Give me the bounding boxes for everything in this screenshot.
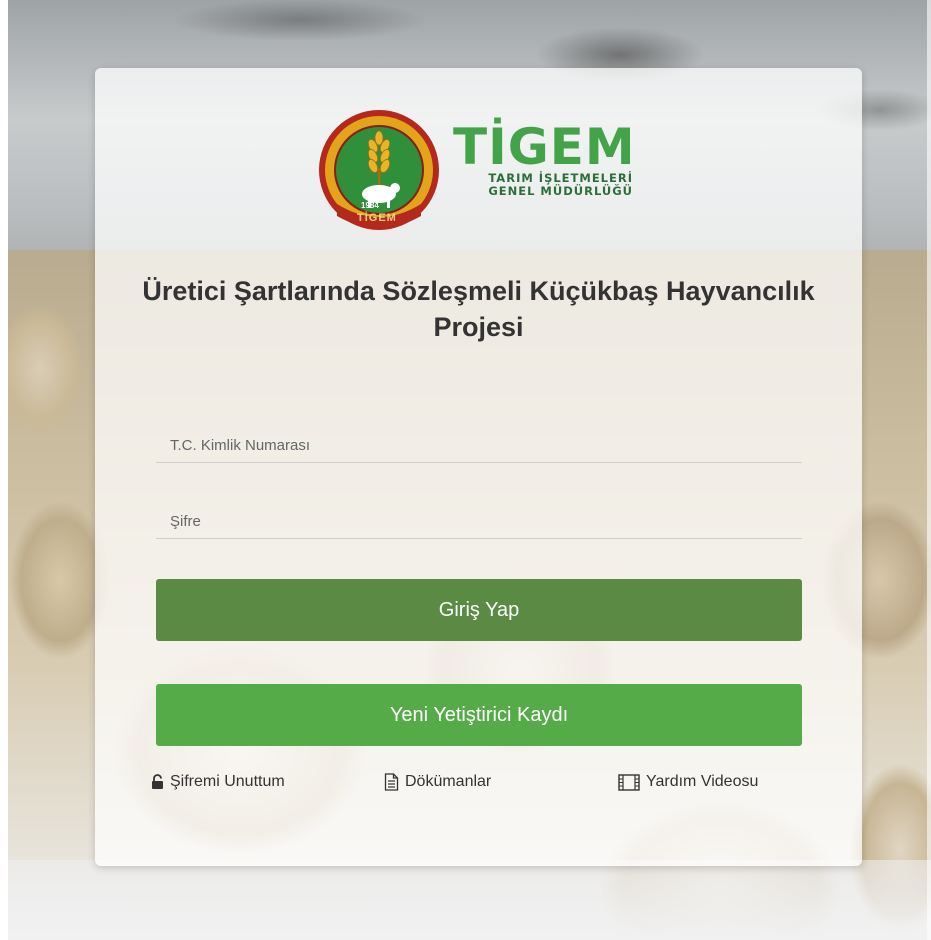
tc-kimlik-input[interactable] [156,428,802,462]
left-edge [0,0,8,940]
film-icon [618,773,640,791]
seal-text: TİGEM [357,212,397,224]
page-title: Üretici Şartlarında Sözleşmeli Küçükbaş … [142,276,815,342]
password-field [156,504,802,539]
document-icon [384,773,399,791]
password-input[interactable] [156,504,802,538]
right-edge [927,0,931,940]
brand-subtitle-line2: GENEL MÜDÜRLÜĞÜ [488,184,633,198]
seal-year: 1984 [361,201,379,210]
documents-link[interactable]: Dökümanlar [384,773,491,791]
background-snow-ground [0,860,931,940]
brand-block: TİGEM TARIM İŞLETMELERİ GENEL MÜDÜRLÜĞÜ [453,122,636,198]
forgot-password-label: Şifremi Unuttum [170,773,285,790]
footer-links: Şifremi Unuttum Dökümanlar Yardım Videos… [151,773,811,801]
unlock-icon [152,774,163,789]
help-video-label: Yardım Videosu [646,773,759,790]
forgot-password-link[interactable]: Şifremi Unuttum [151,773,285,791]
login-card: 1984 TİGEM TİGEM TARIM İŞLETMELERİ GENEL… [95,68,862,866]
tc-field [156,428,802,463]
login-button[interactable]: Giriş Yap [156,579,802,641]
brand-name: TİGEM [453,118,636,176]
register-button[interactable]: Yeni Yetiştirici Kaydı [156,684,802,746]
tigem-logo: 1984 TİGEM TİGEM TARIM İŞLETMELERİ GENEL… [317,108,637,233]
documents-label: Dökümanlar [405,773,492,790]
help-video-link[interactable]: Yardım Videosu [618,773,758,791]
